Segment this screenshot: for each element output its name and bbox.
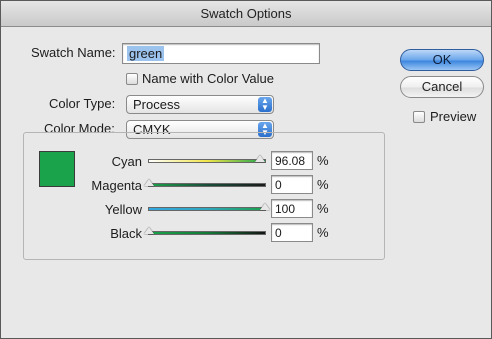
color-type-value: Process: [133, 97, 180, 112]
yellow-label: Yellow: [104, 202, 142, 217]
black-percent-unit: %: [317, 225, 329, 240]
cyan-label: Cyan: [111, 154, 142, 169]
magenta-percent-unit: %: [317, 177, 329, 192]
cancel-button[interactable]: Cancel: [400, 76, 484, 98]
swatch-name-input[interactable]: green: [122, 43, 320, 64]
cyan-value-input[interactable]: 96.08: [271, 151, 313, 170]
magenta-slider-track[interactable]: [148, 183, 266, 187]
yellow-slider-track[interactable]: [148, 207, 266, 211]
yellow-value-input[interactable]: 100: [271, 199, 313, 218]
black-slider-knob[interactable]: [144, 227, 154, 234]
swatch-name-label: Swatch Name:: [31, 45, 116, 60]
popup-arrows-icon: ▲ ▼: [258, 97, 272, 112]
name-with-color-value-checkbox[interactable]: [126, 73, 138, 85]
black-label: Black: [110, 226, 142, 241]
cyan-slider-track[interactable]: [148, 159, 266, 163]
ok-button[interactable]: OK: [400, 49, 484, 71]
cyan-percent-unit: %: [317, 153, 329, 168]
color-values-group: [23, 132, 385, 260]
magenta-label: Magenta: [91, 178, 142, 193]
name-with-color-value-label: Name with Color Value: [142, 71, 274, 86]
swatch-name-value: green: [127, 46, 165, 61]
preview-label: Preview: [430, 109, 477, 124]
color-type-select[interactable]: Process ▲ ▼: [126, 95, 274, 114]
black-value-input[interactable]: 0: [271, 223, 313, 242]
dialog-title: Swatch Options: [1, 1, 491, 27]
preview-checkbox[interactable]: [413, 111, 425, 123]
cyan-slider-knob[interactable]: [255, 155, 266, 162]
yellow-percent-unit: %: [317, 201, 329, 216]
swatch-options-dialog: Swatch Options Swatch Name: green Name w…: [0, 0, 492, 339]
color-swatch-preview: [39, 151, 75, 187]
yellow-slider-knob[interactable]: [260, 203, 270, 210]
magenta-value-input[interactable]: 0: [271, 175, 313, 194]
magenta-slider-knob[interactable]: [144, 179, 154, 186]
black-slider-track[interactable]: [148, 231, 266, 235]
color-type-label: Color Type:: [49, 96, 116, 111]
